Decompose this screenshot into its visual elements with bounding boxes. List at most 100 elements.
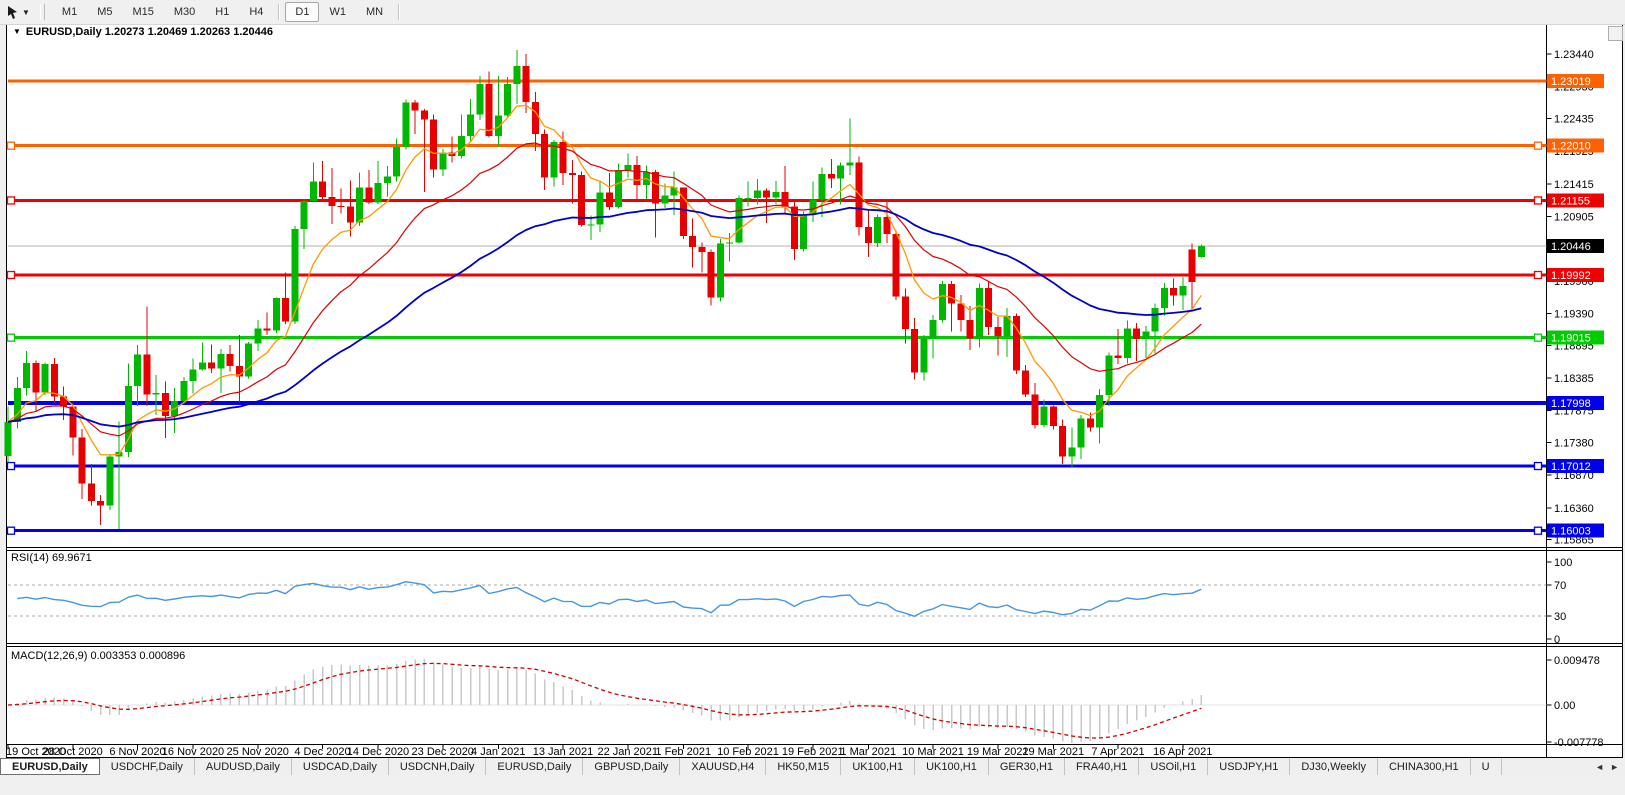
- tab-uk100-h1[interactable]: UK100,H1: [841, 758, 916, 775]
- date-axis-label: 29 Mar 2021: [1022, 746, 1084, 758]
- tab-xauusd-h4[interactable]: XAUUSD,H4: [680, 758, 767, 775]
- tab-fra40-h1[interactable]: FRA40,H1: [1065, 758, 1140, 775]
- chart-tabs-bar: EURUSD,Daily USDCHF,Daily AUDUSD,Daily USDC…: [0, 758, 1625, 775]
- hline-price-label: 1.16003: [1551, 526, 1591, 538]
- date-axis-label: 16 Apr 2021: [1153, 746, 1212, 758]
- rsi-axis-label: 100: [1554, 557, 1572, 569]
- timeframe-button-d1[interactable]: D1: [285, 2, 320, 22]
- macd-axis-label: 0.009478: [1554, 655, 1600, 667]
- hline-price-label: 1.17012: [1551, 461, 1591, 473]
- line-handle[interactable]: [6, 270, 16, 280]
- tab-usdcnh-daily[interactable]: USDCNH,Daily: [388, 758, 487, 775]
- hline-price-label: 1.23019: [1551, 76, 1591, 88]
- toolbar-separator: [398, 4, 401, 20]
- toolbar-grip[interactable]: [39, 4, 45, 20]
- tab-gbpusd-daily[interactable]: GBPUSD,Daily: [583, 758, 681, 775]
- date-axis-label: 16 Nov 2020: [162, 746, 224, 758]
- mt4-window: 1.234401.229301.224351.219251.214151.209…: [0, 0, 1625, 795]
- cursor-tool-button[interactable]: ▼: [0, 0, 34, 24]
- tab-ger30-h1[interactable]: GER30,H1: [988, 758, 1066, 775]
- timeframe-button-m1[interactable]: M1: [52, 2, 87, 22]
- date-axis-label: 7 Apr 2021: [1091, 746, 1144, 758]
- date-axis-label: 1 Feb 2021: [655, 746, 711, 758]
- timeframe-button-w1[interactable]: W1: [319, 2, 356, 22]
- tab-usdcad-daily[interactable]: USDCAD,Daily: [291, 758, 389, 775]
- date-axis-label: 14 Dec 2020: [347, 746, 409, 758]
- chart-canvas[interactable]: 1.234401.229301.224351.219251.214151.209…: [0, 0, 1625, 795]
- toolbar-separator: [278, 4, 281, 20]
- timeframe-button-m5[interactable]: M5: [87, 2, 122, 22]
- price-axis-tick: 1.20905: [1554, 211, 1594, 223]
- timeframe-button-h1[interactable]: H1: [205, 2, 239, 22]
- timeframe-buttons: M1 M5 M15 M30 H1 H4 D1 W1 MN: [52, 2, 405, 22]
- line-handle[interactable]: [6, 196, 16, 205]
- tab-audusd-daily[interactable]: AUDUSD,Daily: [194, 758, 292, 775]
- chart-window-border: [6, 24, 1623, 758]
- line-handle[interactable]: [6, 141, 16, 150]
- price-axis-tick: 1.16360: [1554, 503, 1594, 515]
- cursor-tool-caret-icon[interactable]: ▼: [22, 8, 30, 17]
- line-handle[interactable]: [1533, 333, 1543, 342]
- tab-scroll-left-icon[interactable]: ◄: [1595, 762, 1604, 772]
- date-axis-label: 22 Jan 2021: [597, 746, 658, 758]
- line-handle[interactable]: [1533, 526, 1543, 535]
- timeframe-button-h4[interactable]: H4: [239, 2, 273, 22]
- tab-usdjpy-h1[interactable]: USDJPY,H1: [1208, 758, 1291, 775]
- chart-dropdown-icon[interactable]: ▼: [13, 27, 21, 36]
- line-handle[interactable]: [6, 526, 16, 535]
- date-axis-label: 10 Mar 2021: [902, 746, 964, 758]
- date-axis-label: 1 Mar 2021: [840, 746, 896, 758]
- tab-scroll-controls: ◄ ►: [1589, 758, 1625, 775]
- macd-axis-label: -0.007778: [1554, 737, 1604, 749]
- price-axis-tick: 1.18385: [1554, 373, 1594, 385]
- rsi-axis-label: 0: [1554, 634, 1560, 646]
- line-handle[interactable]: [1533, 461, 1543, 471]
- date-axis-label: 6 Nov 2020: [109, 746, 165, 758]
- top-toolbar: ▼ M1 M5 M15 M30 H1 H4 D1 W1 MN: [0, 0, 1625, 25]
- date-axis-label: 13 Jan 2021: [533, 746, 594, 758]
- date-axis-label: 23 Dec 2020: [412, 746, 474, 758]
- line-handle[interactable]: [6, 461, 16, 471]
- tab-u[interactable]: U: [1470, 758, 1502, 775]
- tab-scroll-right-icon[interactable]: ►: [1610, 762, 1619, 772]
- rsi-indicator-label: RSI(14) 69.9671: [11, 552, 92, 564]
- macd-axis-label: 0.00: [1554, 700, 1575, 712]
- line-handle[interactable]: [1533, 270, 1543, 280]
- date-axis-label: 4 Jan 2021: [471, 746, 525, 758]
- date-axis-label: 25 Nov 2020: [227, 746, 289, 758]
- hline-price-label: 1.22010: [1551, 141, 1591, 153]
- line-handle[interactable]: [1533, 141, 1543, 150]
- tab-dj30-weekly[interactable]: DJ30,Weekly: [1290, 758, 1378, 775]
- tab-usoil-h1[interactable]: USOil,H1: [1139, 758, 1209, 775]
- date-axis-label: 19 Feb 2021: [782, 746, 844, 758]
- tab-china300-h1[interactable]: CHINA300,H1: [1377, 758, 1471, 775]
- tab-usdchf-daily[interactable]: USDCHF,Daily: [99, 758, 195, 775]
- timeframe-button-mn[interactable]: MN: [356, 2, 393, 22]
- date-axis-label: 4 Dec 2020: [294, 746, 350, 758]
- chart-title-ohlc: EURUSD,Daily 1.20273 1.20469 1.20263 1.2…: [25, 26, 273, 38]
- price-axis-tick: 1.19390: [1554, 309, 1594, 321]
- tab-eurusd-daily[interactable]: EURUSD,Daily: [0, 758, 100, 775]
- tab-eurusd-daily[interactable]: EURUSD,Daily: [486, 758, 584, 775]
- bottom-strip: [0, 775, 1625, 795]
- price-axis-tick: 1.17380: [1554, 437, 1594, 449]
- line-handle[interactable]: [6, 333, 16, 342]
- date-axis-label: 19 Mar 2021: [967, 746, 1029, 758]
- tab-uk100-h1[interactable]: UK100,H1: [915, 758, 989, 775]
- rsi-axis-label: 70: [1554, 580, 1566, 592]
- chart-corner-button[interactable]: [1608, 26, 1623, 41]
- tab-hk50-m15[interactable]: HK50,M15: [766, 758, 842, 775]
- current-price-label: 1.20446: [1551, 241, 1591, 253]
- price-axis-tick: 1.21415: [1554, 179, 1594, 191]
- date-axis-label: 28 Oct 2020: [43, 746, 103, 758]
- date-axis-label: 10 Feb 2021: [717, 746, 779, 758]
- rsi-axis-label: 30: [1554, 611, 1566, 623]
- hline-price-label: 1.19015: [1551, 333, 1591, 345]
- hline-price-label: 1.21155: [1551, 195, 1590, 207]
- line-handle[interactable]: [1533, 196, 1543, 205]
- macd-indicator-label: MACD(12,26,9) 0.003353 0.000896: [11, 650, 186, 662]
- timeframe-button-m15[interactable]: M15: [122, 2, 163, 22]
- price-axis-tick: 1.22435: [1554, 113, 1594, 125]
- timeframe-button-m30[interactable]: M30: [164, 2, 205, 22]
- cursor-tool-icon: [8, 5, 17, 19]
